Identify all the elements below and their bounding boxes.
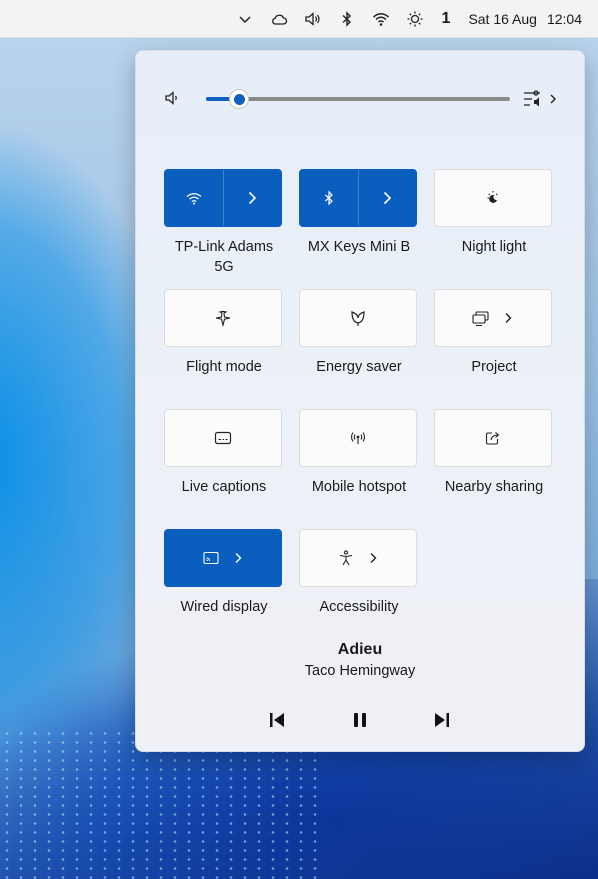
quick-settings-panel: TP-Link Adams 5G MX Keys Mini B Night li…: [135, 50, 585, 752]
wifi-icon: [184, 188, 204, 208]
flight-mode-toggle[interactable]: [164, 289, 282, 347]
bluetooth-icon[interactable]: [338, 10, 356, 28]
wifi-expand-button[interactable]: [222, 170, 282, 226]
chevron-right-icon: [501, 311, 515, 325]
accessibility-tile: Accessibility: [299, 529, 419, 617]
media-info: Adieu Taco Hemingway: [136, 639, 584, 681]
audio-mixer-icon: [524, 90, 556, 107]
bluetooth-tile: MX Keys Mini B: [299, 169, 419, 257]
next-track-button[interactable]: [428, 706, 456, 734]
previous-track-button[interactable]: [263, 706, 291, 734]
bluetooth-tile-label: MX Keys Mini B: [307, 239, 411, 255]
top-bar: 1 Sat 16 Aug 12:04: [0, 0, 598, 38]
energy-saver-label: Energy saver: [316, 359, 402, 375]
song-artist: Taco Hemingway: [304, 663, 416, 679]
bluetooth-expand-button[interactable]: [357, 170, 417, 226]
energy-saver-tile: Energy saver: [299, 289, 419, 377]
energy-saver-toggle[interactable]: [299, 289, 417, 347]
wifi-tile: TP-Link Adams 5G: [164, 169, 284, 277]
live-captions-label: Live captions: [181, 479, 267, 495]
mobile-hotspot-tile: Mobile hotspot: [299, 409, 419, 497]
accessibility-label: Accessibility: [319, 599, 399, 615]
wifi-toggle-button[interactable]: [165, 170, 223, 226]
date-label[interactable]: Sat 16 Aug: [468, 11, 537, 27]
wifi-tile-label: TP-Link Adams 5G: [174, 239, 274, 275]
previous-icon: [270, 713, 284, 727]
project-icon: [471, 308, 491, 328]
mobile-hotspot-toggle[interactable]: [299, 409, 417, 467]
nearby-sharing-toggle[interactable]: [434, 409, 552, 467]
speaker-icon[interactable]: [164, 89, 182, 107]
pause-icon: [354, 713, 366, 727]
time-label[interactable]: 12:04: [547, 11, 582, 27]
night-light-label: Night light: [461, 239, 527, 255]
media-controls: [136, 706, 584, 734]
wired-display-button[interactable]: [164, 529, 282, 587]
accessibility-icon: [336, 548, 356, 568]
brightness-icon[interactable]: [406, 10, 424, 28]
bluetooth-toggle-button[interactable]: [300, 170, 358, 226]
chevron-right-icon: [377, 188, 397, 208]
mobile-hotspot-label: Mobile hotspot: [311, 479, 407, 495]
project-tile: Project: [434, 289, 554, 377]
cloud-icon[interactable]: [270, 10, 288, 28]
hotspot-icon: [348, 428, 368, 448]
next-icon: [435, 713, 449, 727]
audio-mixer-button[interactable]: [522, 87, 558, 111]
leaf-icon: [348, 308, 368, 328]
accessibility-button[interactable]: [299, 529, 417, 587]
bluetooth-icon: [319, 188, 339, 208]
volume-slider[interactable]: [206, 89, 510, 109]
live-captions-tile: Live captions: [164, 409, 284, 497]
wifi-icon[interactable]: [372, 10, 390, 28]
cast-icon: [201, 548, 221, 568]
nearby-sharing-tile: Nearby sharing: [434, 409, 554, 497]
bluetooth-toggle: [299, 169, 417, 227]
flight-mode-label: Flight mode: [186, 359, 262, 375]
pause-button[interactable]: [346, 706, 374, 734]
captions-icon: [213, 428, 233, 448]
night-light-toggle[interactable]: [434, 169, 552, 227]
live-captions-toggle[interactable]: [164, 409, 282, 467]
chevron-right-icon: [242, 188, 262, 208]
chevron-right-icon: [231, 551, 245, 565]
volume-row: [164, 87, 556, 111]
project-label: Project: [471, 359, 517, 375]
volume-icon[interactable]: [304, 10, 322, 28]
share-icon: [483, 428, 503, 448]
wired-display-label: Wired display: [180, 599, 268, 615]
volume-slider-thumb[interactable]: [229, 89, 250, 109]
song-title: Adieu: [337, 641, 383, 658]
chevron-right-icon: [366, 551, 380, 565]
night-light-tile: Night light: [434, 169, 554, 257]
project-button[interactable]: [434, 289, 552, 347]
flight-mode-tile: Flight mode: [164, 289, 284, 377]
wifi-toggle: [164, 169, 282, 227]
notification-count[interactable]: 1: [442, 10, 451, 28]
night-light-icon: [483, 188, 503, 208]
airplane-icon: [213, 308, 233, 328]
wired-display-tile: Wired display: [164, 529, 284, 617]
chevron-down-icon[interactable]: [236, 10, 254, 28]
nearby-sharing-label: Nearby sharing: [444, 479, 544, 495]
